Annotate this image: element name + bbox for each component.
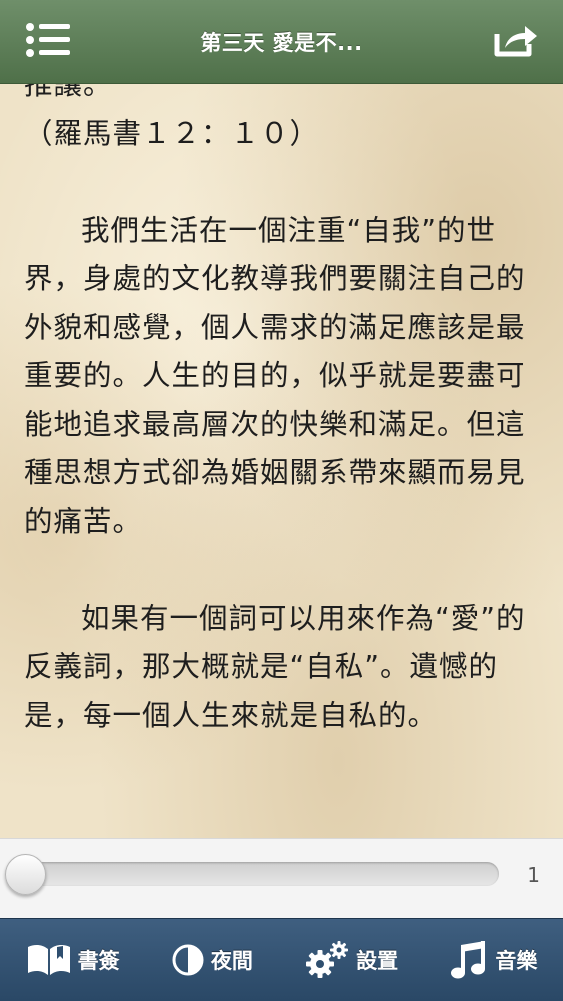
page-slider-bar: 1 — [0, 838, 563, 920]
bookmark-button[interactable]: 書簽 — [26, 943, 120, 977]
chapter-text: 推讓。 （羅馬書１２：１０） 我們生活在一個注重“自我”的世界，身處的文化教導我… — [24, 83, 534, 740]
top-navigation-bar: 第三天 愛是不... — [0, 0, 563, 84]
scripture-reference: （羅馬書１２：１０） — [24, 116, 320, 150]
settings-label: 設置 — [356, 949, 399, 973]
paragraph: 如果有一個詞可以用來作為“愛”的反義詞，那大概就是“自私”。遺憾的是，每一個人生… — [24, 601, 526, 732]
page-title: 第三天 愛是不... — [200, 30, 363, 55]
gear-icon — [304, 940, 350, 980]
bookmark-label: 書簽 — [77, 949, 120, 973]
settings-button[interactable]: 設置 — [304, 940, 398, 980]
night-mode-button[interactable]: 夜間 — [171, 943, 253, 977]
share-icon[interactable] — [493, 22, 539, 58]
contrast-icon — [171, 943, 205, 977]
text-line: 推讓。 — [24, 83, 113, 101]
page-number: 1 — [527, 863, 540, 887]
music-label: 音樂 — [495, 949, 538, 973]
night-label: 夜間 — [210, 949, 253, 973]
slider-thumb[interactable] — [5, 854, 46, 895]
bottom-toolbar: 書簽 夜間 設置 音樂 — [0, 918, 563, 1001]
paragraph: 我們生活在一個注重“自我”的世界，身處的文化教導我們要關注自己的外貌和感覺，個人… — [24, 213, 526, 538]
music-button[interactable]: 音樂 — [449, 939, 537, 981]
music-note-icon — [449, 939, 489, 981]
reading-area[interactable]: 推讓。 （羅馬書１２：１０） 我們生活在一個注重“自我”的世界，身處的文化教導我… — [0, 83, 563, 838]
book-icon — [26, 943, 72, 977]
slider-track[interactable] — [8, 862, 499, 886]
list-menu-icon[interactable] — [26, 19, 72, 59]
